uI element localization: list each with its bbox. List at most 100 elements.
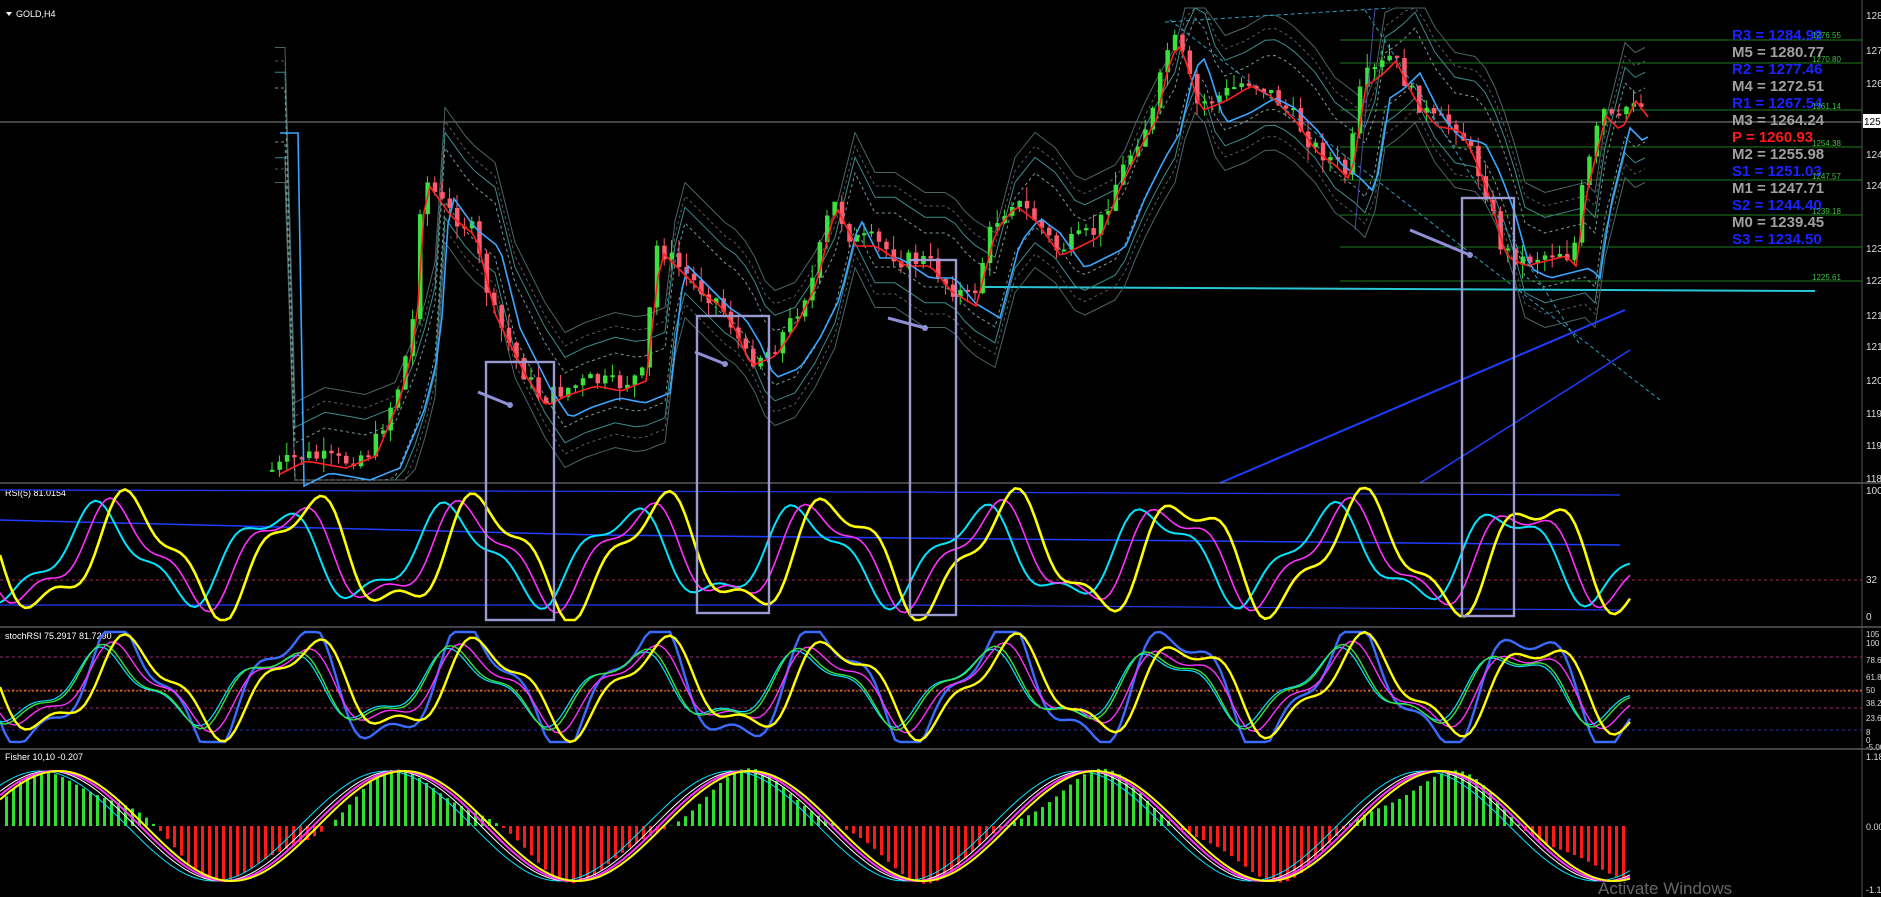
fisher-bar	[96, 795, 99, 826]
fisher-bar	[19, 782, 22, 826]
fisher-bar	[180, 826, 183, 856]
fisher-bar	[1034, 811, 1037, 826]
level-tag: 1225.61	[1812, 273, 1841, 282]
fisher-bar	[1111, 770, 1114, 826]
fisher-bar	[1237, 826, 1240, 862]
candle-body	[913, 252, 919, 265]
fisher-bar	[1139, 793, 1142, 826]
fisher-bar	[1272, 826, 1275, 883]
candle-body	[1283, 105, 1289, 109]
fisher-bar	[397, 769, 400, 826]
pivot-label: S1 = 1251.03	[1732, 163, 1822, 180]
fisher-bar	[1601, 826, 1604, 870]
fisher-bar	[502, 826, 505, 829]
fisher-tick: -1.19	[1866, 885, 1881, 895]
stoch-tick: 78.6	[1866, 656, 1881, 665]
fisher-bar	[1615, 826, 1618, 877]
price-axis[interactable]: 1281271261251241241231221211211201191191…	[1863, 11, 1881, 485]
fisher-bar	[12, 788, 15, 826]
fisher-bar	[866, 826, 869, 844]
fisher-bar	[26, 777, 29, 826]
fisher-bar	[726, 777, 729, 826]
fisher-bar	[908, 826, 911, 879]
fisher-bar	[964, 826, 967, 859]
fisher-bar	[950, 826, 953, 872]
activate-windows-watermark: Activate Windows	[1598, 879, 1732, 897]
fisher-bar	[432, 788, 435, 826]
candle-body	[292, 455, 297, 458]
price-tick: 124	[1866, 181, 1881, 192]
fisher-bar	[1097, 768, 1100, 826]
candle-body	[595, 374, 601, 384]
pivot-label: R2 = 1277.46	[1732, 61, 1823, 78]
candle-body	[270, 469, 275, 472]
fisher-bar	[1244, 826, 1247, 867]
candle-body	[1084, 228, 1089, 231]
fisher-bar	[873, 826, 876, 849]
fisher-bar	[159, 826, 162, 832]
fisher-bar	[1398, 798, 1401, 826]
candle-body	[1246, 83, 1252, 86]
candle-body	[336, 453, 342, 456]
fisher-bar	[173, 826, 176, 848]
fisher-bar	[1146, 800, 1149, 826]
candle-body	[1024, 200, 1030, 209]
fisher-bar	[1412, 790, 1415, 826]
candle-body	[973, 290, 978, 294]
candle-body	[1409, 85, 1415, 88]
fisher-bar	[1027, 815, 1030, 826]
candle-body	[1047, 227, 1052, 236]
fisher-bar	[1377, 808, 1380, 826]
fisher-bar	[243, 826, 246, 873]
fisher-bar	[1419, 785, 1422, 826]
price-tick: 123	[1866, 244, 1881, 255]
candle-body	[669, 252, 675, 260]
fisher-bar	[922, 826, 925, 884]
candle-body	[884, 241, 889, 250]
candle-body	[1542, 255, 1548, 260]
price-tick: 126	[1866, 79, 1881, 90]
fisher-bar	[1580, 826, 1583, 859]
fisher-bar	[943, 826, 946, 878]
candle-body	[876, 231, 882, 242]
fisher-bar	[684, 816, 687, 826]
price-tick: 119	[1866, 441, 1881, 452]
candle-body	[529, 377, 534, 380]
candle-body	[869, 231, 874, 234]
price-tick: 122	[1866, 276, 1881, 287]
candle-body	[603, 375, 608, 384]
arrow-head-icon	[507, 402, 513, 408]
candle-body	[788, 318, 793, 333]
fisher-bar	[1552, 826, 1555, 848]
fisher-bar	[1041, 807, 1044, 826]
fisher-bar	[880, 826, 883, 856]
chart-window[interactable]: GOLD,H4 R3 = 1284.99M5 = 1280.77R2 = 127…	[0, 0, 1881, 897]
candle-body	[1017, 200, 1022, 207]
fisher-bar	[194, 826, 197, 871]
fisher-bar	[103, 797, 106, 826]
price-tick: 119	[1866, 409, 1881, 420]
candle-body	[677, 252, 682, 267]
fisher-bar	[257, 826, 260, 864]
candle-body	[277, 461, 282, 470]
fisher-bar	[5, 796, 8, 826]
arrow-head-icon	[1467, 252, 1473, 258]
candle-body	[1387, 55, 1392, 61]
fisher-bar	[901, 826, 904, 875]
candle-body	[1202, 101, 1207, 104]
fisher-bar	[362, 788, 365, 826]
fisher-bar	[320, 826, 323, 832]
fisher-bar	[376, 776, 379, 826]
arrow-head-icon	[922, 325, 928, 331]
candle-body	[1239, 83, 1244, 88]
fisher-bar	[390, 769, 393, 826]
fisher-bar	[628, 826, 631, 848]
fisher-bar	[740, 769, 743, 826]
candle-body	[344, 455, 349, 464]
fisher-bar	[509, 826, 512, 834]
candle-body	[1505, 248, 1511, 251]
fisher-bar	[803, 805, 806, 826]
price-tick: 128	[1866, 11, 1881, 22]
fisher-bar	[61, 777, 64, 826]
level-tag: 1247.57	[1812, 172, 1841, 181]
